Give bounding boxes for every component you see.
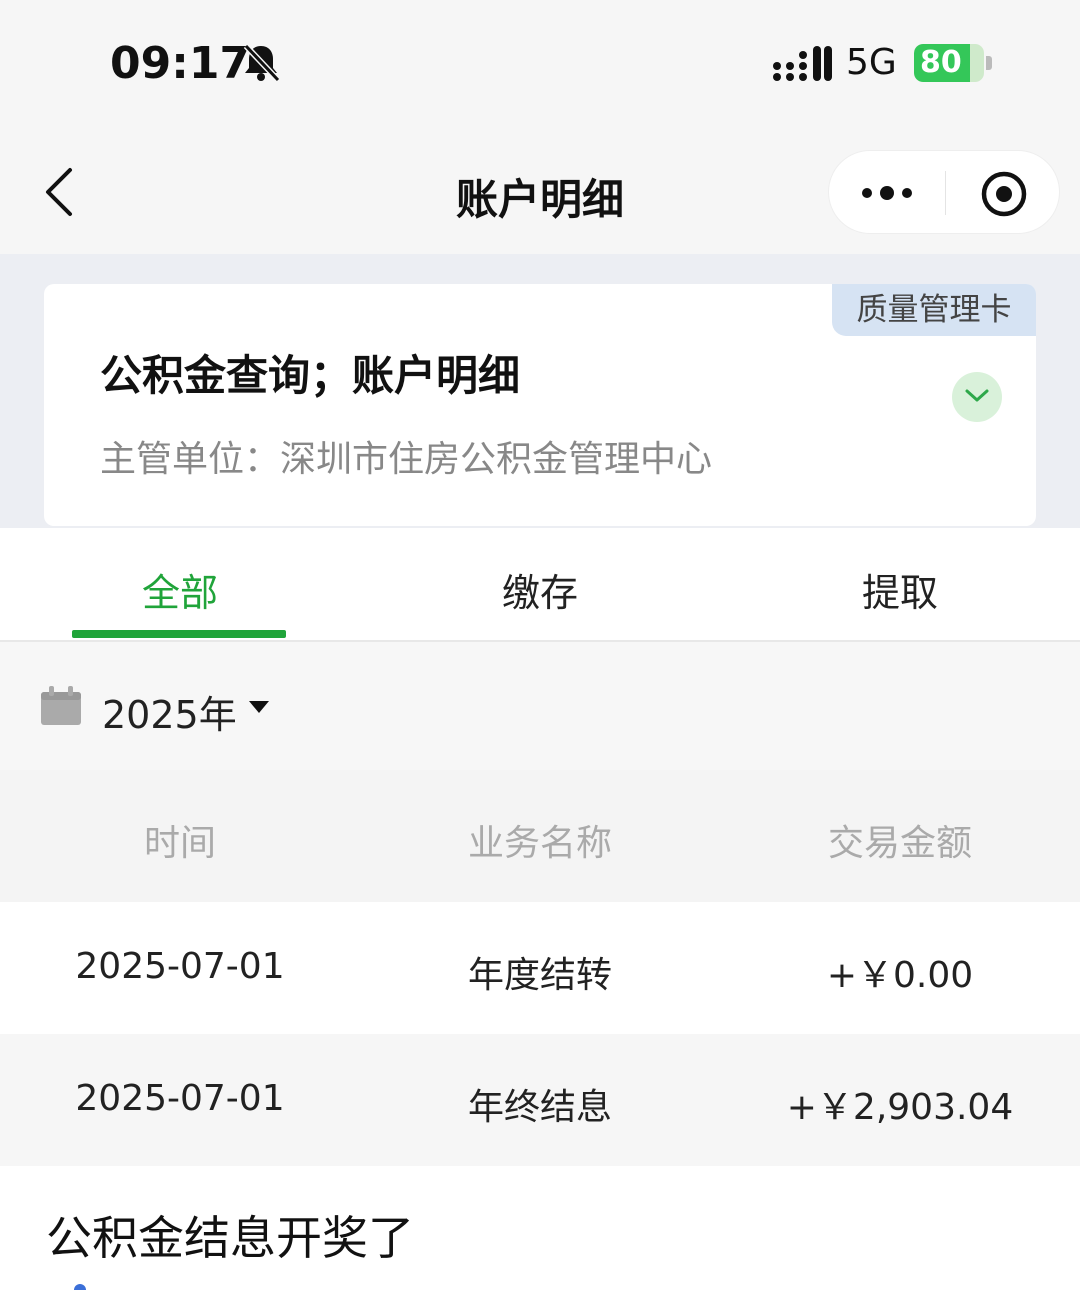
quality-badge: 质量管理卡 xyxy=(832,284,1036,336)
expand-button[interactable] xyxy=(952,372,1002,422)
signal-icon xyxy=(773,46,832,81)
table-header: 时间 业务名称 交易金额 xyxy=(0,770,1080,902)
status-time: 09:17 xyxy=(110,38,251,89)
capsule-divider xyxy=(945,171,946,215)
card-subtitle: 主管单位：深圳市住房公积金管理中心 xyxy=(100,439,713,480)
nav-bar: 账户明细 xyxy=(0,130,1080,254)
battery-cap xyxy=(986,56,992,70)
year-filter[interactable]: 2025年 xyxy=(0,642,1080,770)
row-amount: +￥2,903.04 xyxy=(786,1087,1014,1128)
calendar-icon xyxy=(41,686,81,725)
tab-indicator xyxy=(72,630,286,638)
target-icon[interactable] xyxy=(979,169,1029,219)
post-caption-area: 公积金结息开奖了 xyxy=(0,1166,1080,1290)
mini-program-capsule xyxy=(828,150,1060,234)
caret-down-icon[interactable] xyxy=(248,700,270,714)
column-header-time: 时间 xyxy=(143,823,216,864)
tab-withdraw[interactable]: 提取 xyxy=(720,562,1080,617)
bell-slash-icon xyxy=(243,43,281,83)
row-business-name: 年度结转 xyxy=(467,955,612,996)
tab-all[interactable]: 全部 xyxy=(0,562,360,617)
column-header-business: 业务名称 xyxy=(467,823,612,864)
tab-deposit[interactable]: 缴存 xyxy=(360,562,720,617)
row-date: 2025-07-01 xyxy=(75,946,285,987)
row-business-name: 年终结息 xyxy=(467,1087,612,1128)
more-dots-icon[interactable] xyxy=(859,173,915,213)
row-amount: +￥0.00 xyxy=(826,955,974,996)
battery-text: 80 xyxy=(920,45,962,80)
chevron-down-icon xyxy=(965,389,989,402)
table-row[interactable]: 2025-07-01 年终结息 +￥2,903.04 xyxy=(0,1034,1080,1166)
tab-bar: 全部 缴存 提取 xyxy=(0,528,1080,642)
battery-charging-icon: 80 xyxy=(914,44,992,82)
column-header-amount: 交易金额 xyxy=(827,823,972,864)
network-label: 5G xyxy=(846,42,897,83)
post-caption: 公积金结息开奖了 xyxy=(46,1211,414,1265)
status-bar: 09:17 5G 80 xyxy=(0,0,1080,130)
battery-body: 80 xyxy=(914,44,984,82)
row-date: 2025-07-01 xyxy=(75,1078,285,1119)
caption-decoration xyxy=(74,1284,86,1290)
service-info-card[interactable]: 质量管理卡 公积金查询；账户明细 主管单位：深圳市住房公积金管理中心 xyxy=(44,284,1036,526)
year-selector-label[interactable]: 2025年 xyxy=(102,684,237,739)
table-row[interactable]: 2025-07-01 年度结转 +￥0.00 xyxy=(0,902,1080,1034)
screen: 09:17 5G 80 账户明细 质量管理卡 公积金查询；账户明细 主管单位：深… xyxy=(0,0,1080,1290)
card-title: 公积金查询；账户明细 xyxy=(100,351,521,400)
